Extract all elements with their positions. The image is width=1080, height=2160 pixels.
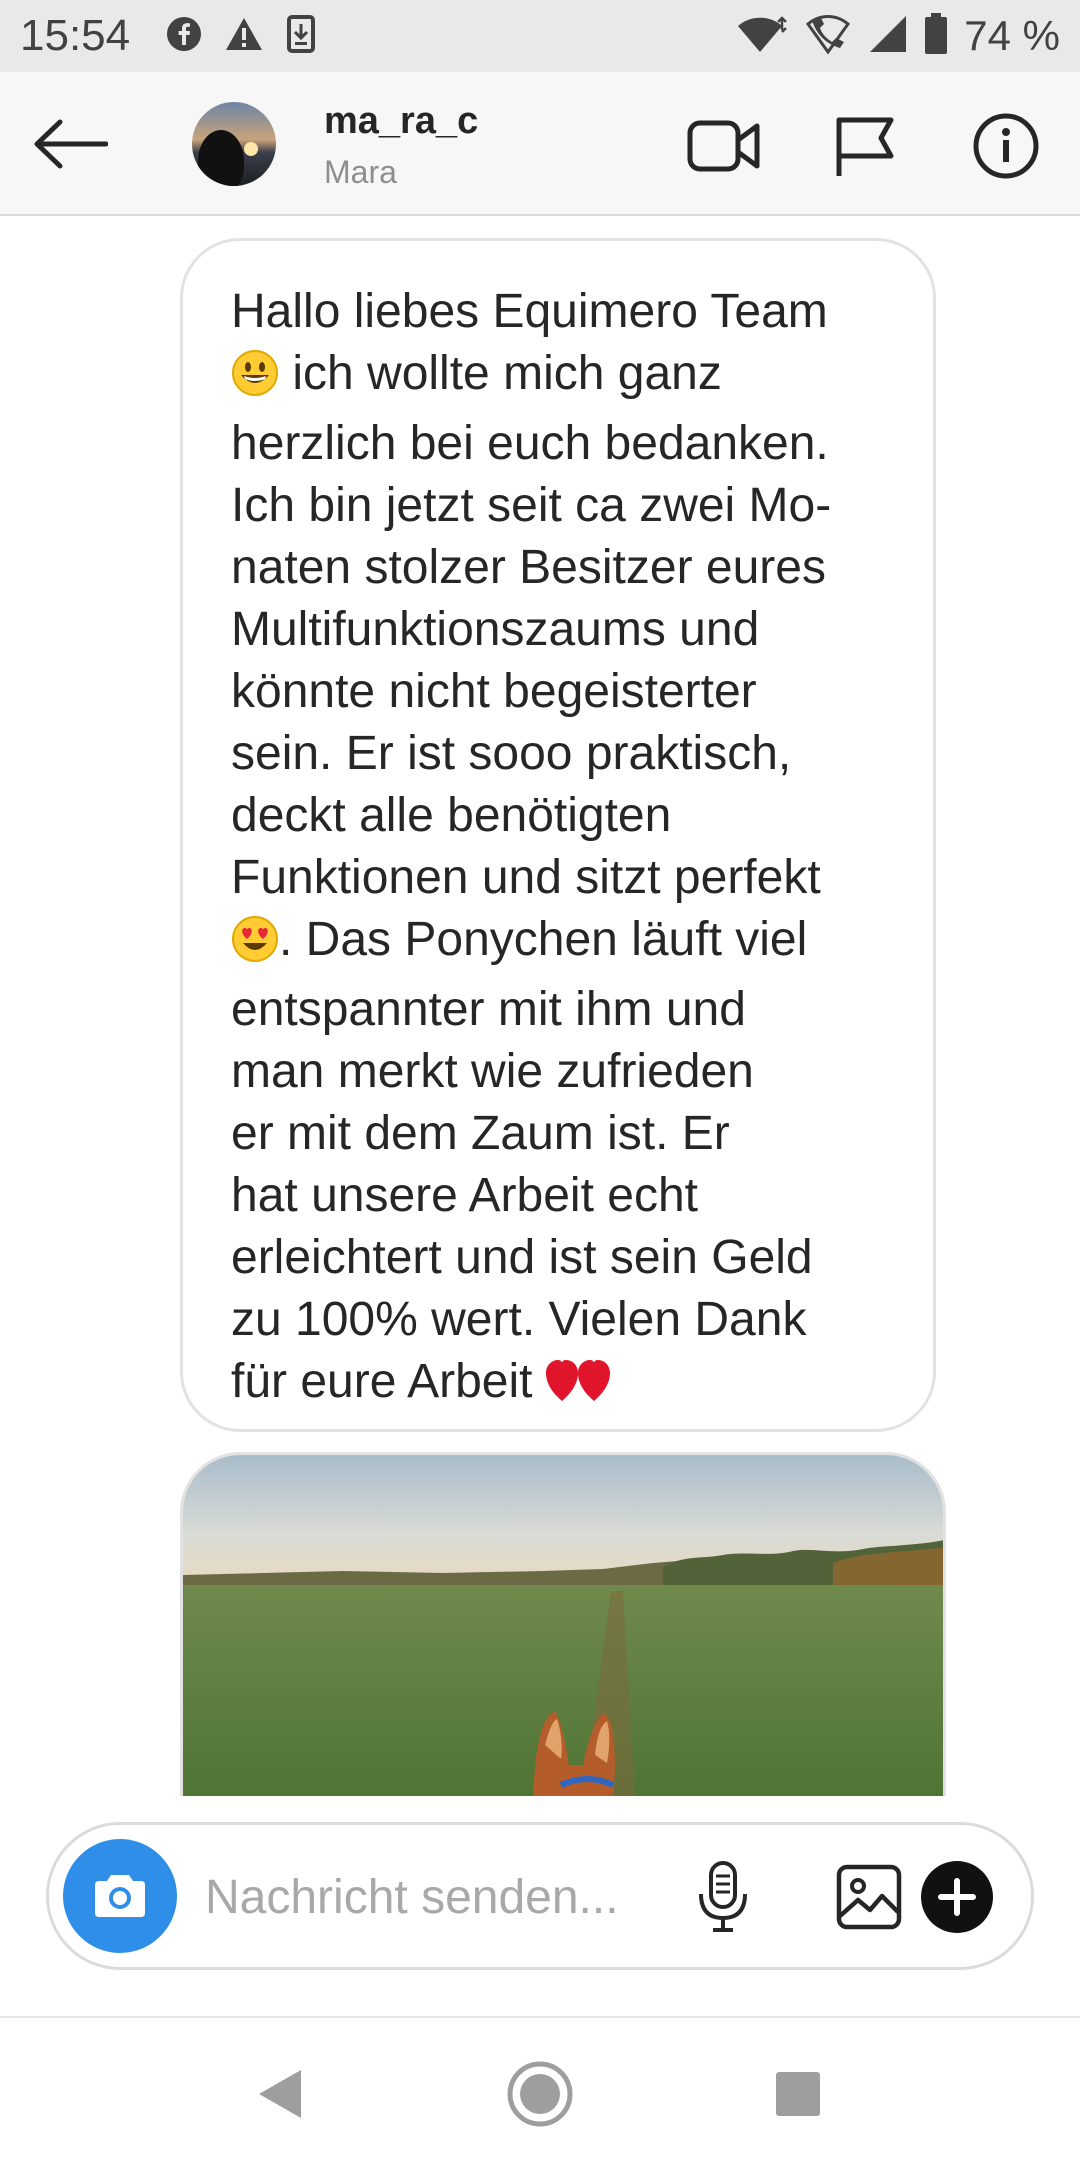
system-navigation-bar <box>0 2016 1080 2160</box>
photo-message[interactable] <box>180 1452 946 1796</box>
message-composer <box>46 1822 1034 1970</box>
signal-icon <box>868 14 908 59</box>
message-line: Ich bin jetzt seit ca zwei Mo- <box>231 479 832 532</box>
download-icon <box>286 14 316 59</box>
recents-square-icon <box>776 2072 820 2116</box>
status-notification-icons <box>166 14 316 59</box>
info-button[interactable] <box>968 108 1044 184</box>
message-input[interactable] <box>205 1865 675 1929</box>
voice-message-button[interactable] <box>681 1855 765 1939</box>
more-options-button[interactable] <box>911 1851 1003 1943</box>
warning-icon <box>224 16 264 57</box>
chat-username[interactable]: ma_ra_c <box>324 100 478 143</box>
message-line: sein. Er ist sooo praktisch, <box>231 727 792 780</box>
battery-icon <box>924 12 948 60</box>
message-line: Multifunktionszaums und <box>231 603 760 656</box>
message-line: Funktionen und sitzt perfekt <box>231 851 821 904</box>
chat-header: ma_ra_c Mara <box>0 72 1080 216</box>
battery-percent: 74 % <box>964 12 1060 59</box>
info-icon <box>973 113 1039 179</box>
video-call-button[interactable] <box>686 108 762 184</box>
status-time: 15:54 <box>20 11 131 60</box>
status-system-icons: 74 % <box>736 0 1060 72</box>
wifi-calling-icon <box>804 14 852 59</box>
back-triangle-icon <box>259 2070 301 2118</box>
message-line: naten stolzer Besitzer eures <box>231 541 826 594</box>
chat-full-name[interactable]: Mara <box>324 154 397 191</box>
gallery-icon <box>836 1864 902 1930</box>
back-button[interactable] <box>30 112 110 176</box>
message-line: ich wollte mich ganz <box>231 343 893 413</box>
message-line: Hallo liebes Equimero Team <box>231 285 828 338</box>
nav-back-button[interactable] <box>240 2054 320 2134</box>
message-line: . Das Ponychen läuft viel <box>231 909 893 979</box>
camera-icon <box>95 1875 145 1917</box>
video-call-icon <box>687 120 760 172</box>
message-bubble[interactable]: Hallo liebes Equimero Team ich wollte mi… <box>180 238 936 1432</box>
heart-eyes-emoji <box>231 915 279 979</box>
back-arrow-icon <box>34 119 108 169</box>
grinning-face-emoji <box>231 349 279 413</box>
message-line: für eure Arbeit <box>231 1351 893 1421</box>
facebook-icon <box>166 16 202 57</box>
message-line: könnte nicht begeisterter <box>231 665 757 718</box>
message-line: er mit dem Zaum ist. Er <box>231 1107 730 1160</box>
flag-icon <box>836 117 894 176</box>
report-button[interactable] <box>826 108 902 184</box>
red-heart-emoji <box>545 1357 610 1421</box>
microphone-icon <box>699 1861 747 1932</box>
gallery-button[interactable] <box>827 1855 911 1939</box>
nav-recents-button[interactable] <box>758 2054 838 2134</box>
message-line: zu 100% wert. Vielen Dank <box>231 1293 807 1346</box>
wifi-icon <box>736 14 788 59</box>
message-line: hat unsere Arbeit echt <box>231 1169 698 1222</box>
photo-field-horse-ears <box>183 1455 943 1796</box>
nav-home-button[interactable] <box>500 2054 580 2134</box>
message-line: deckt alle benötigten <box>231 789 672 842</box>
home-circle-icon <box>507 2061 573 2127</box>
message-line: erleichtert und ist sein Geld <box>231 1231 813 1284</box>
message-line: man merkt wie zufrieden <box>231 1045 754 1098</box>
status-bar: 15:54 74 % <box>0 0 1080 72</box>
avatar[interactable] <box>192 102 276 186</box>
message-line: herzlich bei euch bedanken. <box>231 417 829 470</box>
plus-icon <box>921 1861 993 1933</box>
message-line: entspannter mit ihm und <box>231 983 746 1036</box>
camera-button[interactable] <box>63 1839 177 1953</box>
